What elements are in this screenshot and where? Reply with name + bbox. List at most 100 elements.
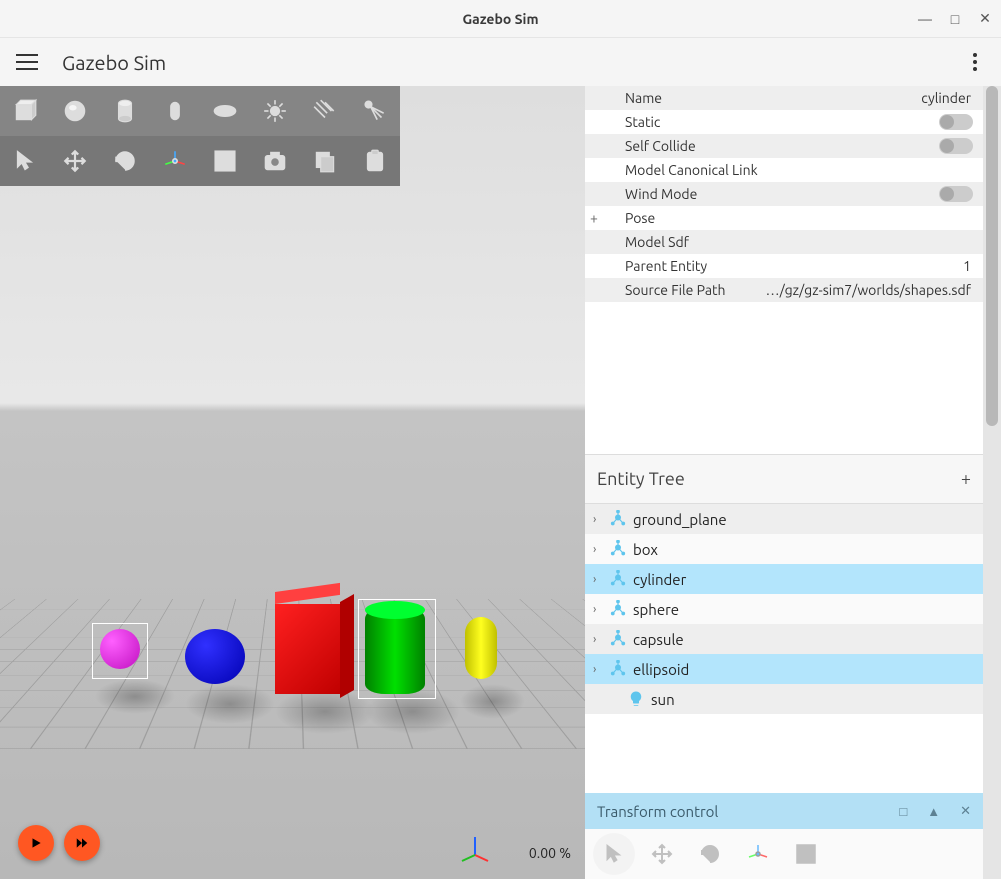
panel-close-icon[interactable]: ✕ — [960, 804, 971, 819]
insert-point-light-button[interactable] — [250, 86, 300, 136]
tree-item-box[interactable]: › box — [585, 534, 983, 564]
inspector-label: Source File Path — [603, 282, 766, 298]
window-title: Gazebo Sim — [462, 11, 538, 27]
insert-sphere-button[interactable] — [50, 86, 100, 136]
tree-item-label: ellipsoid — [633, 661, 689, 678]
shape-toolbar — [0, 86, 400, 186]
insert-box-button[interactable] — [0, 86, 50, 136]
inspector-row[interactable]: Source File Path…/gz/gz-sim7/worlds/shap… — [585, 278, 983, 302]
close-icon[interactable]: ✕ — [977, 11, 993, 27]
chevron-right-icon[interactable]: › — [593, 573, 607, 586]
inspector-label: Model Sdf — [603, 234, 971, 250]
scene-sphere[interactable] — [185, 629, 245, 684]
axis-gizmo-icon — [460, 833, 490, 863]
toggle-switch[interactable] — [939, 138, 973, 154]
inspector-value: 1 — [963, 258, 977, 274]
insert-directional-light-button[interactable] — [300, 86, 350, 136]
app-bar: Gazebo Sim — [0, 38, 1001, 86]
grid-config-button[interactable] — [200, 136, 250, 186]
viewport-3d[interactable]: 0.00 % — [0, 86, 585, 879]
add-entity-button[interactable]: + — [961, 469, 971, 489]
entity-tree-title: Entity Tree — [597, 469, 685, 489]
minimize-icon[interactable]: — — [917, 11, 933, 27]
panel-undock-icon[interactable]: □ — [899, 804, 907, 819]
rtf-status: 0.00 % — [529, 845, 571, 861]
entity-tree-header: Entity Tree + — [585, 454, 983, 504]
inspector-row[interactable]: Model Sdf — [585, 230, 983, 254]
menu-icon[interactable] — [16, 54, 38, 70]
inspector-row[interactable]: Self Collide — [585, 134, 983, 158]
copy-button[interactable] — [300, 136, 350, 186]
tree-item-label: sphere — [633, 601, 679, 618]
select-tool-button[interactable] — [0, 136, 50, 186]
scene-ellipsoid[interactable] — [100, 629, 140, 669]
tree-item-label: capsule — [633, 631, 684, 648]
screenshot-button[interactable] — [250, 136, 300, 186]
vertical-scrollbar[interactable] — [983, 86, 1001, 879]
kebab-menu-icon[interactable] — [965, 45, 985, 79]
tree-item-label: sun — [651, 691, 675, 708]
inspector-row[interactable]: Namecylinder — [585, 86, 983, 110]
insert-cylinder-button[interactable] — [100, 86, 150, 136]
inspector-row[interactable]: Model Canonical Link — [585, 158, 983, 182]
inspector-value: cylinder — [921, 90, 977, 106]
inspector-row[interactable]: Wind Mode — [585, 182, 983, 206]
model-icon — [607, 660, 629, 678]
insert-ellipsoid-button[interactable] — [200, 86, 250, 136]
inspector-label: Self Collide — [603, 138, 939, 154]
scene-cylinder[interactable] — [365, 604, 425, 694]
play-button[interactable] — [18, 825, 54, 861]
model-icon — [607, 630, 629, 648]
transform-snap-button[interactable] — [785, 833, 827, 875]
inspector-label: Parent Entity — [603, 258, 963, 274]
transform-translate-button[interactable] — [641, 833, 683, 875]
chevron-right-icon[interactable]: › — [593, 663, 607, 676]
scene-render — [0, 86, 585, 879]
inspector-row[interactable]: Parent Entity1 — [585, 254, 983, 278]
chevron-right-icon[interactable]: › — [593, 633, 607, 646]
window-titlebar: Gazebo Sim — □ ✕ — [0, 0, 1001, 38]
chevron-right-icon[interactable]: › — [593, 513, 607, 526]
transform-axis-button[interactable] — [737, 833, 779, 875]
transform-select-button[interactable] — [593, 833, 635, 875]
light-icon — [625, 690, 647, 708]
transform-tool-button[interactable] — [150, 136, 200, 186]
inspector-label: Wind Mode — [603, 186, 939, 202]
tree-item-sphere[interactable]: › sphere — [585, 594, 983, 624]
toggle-switch[interactable] — [939, 186, 973, 202]
inspector-label: Pose — [603, 210, 977, 226]
inspector-row[interactable]: Static — [585, 110, 983, 134]
tree-item-ellipsoid[interactable]: › ellipsoid — [585, 654, 983, 684]
tree-item-ground_plane[interactable]: ›ground_plane — [585, 504, 983, 534]
insert-capsule-button[interactable] — [150, 86, 200, 136]
expand-icon[interactable]: + — [585, 210, 603, 226]
model-icon — [607, 510, 629, 528]
toggle-switch[interactable] — [939, 114, 973, 130]
model-icon — [607, 540, 629, 558]
paste-button[interactable] — [350, 136, 400, 186]
inspector-label: Name — [603, 90, 921, 106]
tree-item-label: box — [633, 541, 658, 558]
transform-toolbar — [585, 829, 983, 879]
chevron-right-icon[interactable]: › — [593, 603, 607, 616]
model-icon — [607, 570, 629, 588]
tree-item-cylinder[interactable]: ›cylinder — [585, 564, 983, 594]
tree-item-capsule[interactable]: › capsule — [585, 624, 983, 654]
tree-item-sun[interactable]: sun — [585, 684, 983, 714]
rotate-tool-button[interactable] — [100, 136, 150, 186]
step-forward-button[interactable] — [64, 825, 100, 861]
panel-collapse-icon[interactable]: ▲ — [927, 804, 940, 819]
translate-tool-button[interactable] — [50, 136, 100, 186]
inspector-label: Static — [603, 114, 939, 130]
inspector-label: Model Canonical Link — [603, 162, 971, 178]
scene-box[interactable] — [275, 604, 340, 694]
chevron-right-icon[interactable]: › — [593, 543, 607, 556]
maximize-icon[interactable]: □ — [947, 11, 963, 27]
transform-rotate-button[interactable] — [689, 833, 731, 875]
inspector-row[interactable]: +Pose — [585, 206, 983, 230]
scene-capsule[interactable] — [465, 617, 497, 679]
insert-spot-light-button[interactable] — [350, 86, 400, 136]
transform-control-header[interactable]: Transform control □ ▲ ✕ — [585, 793, 983, 829]
entity-tree: ›ground_plane›box›cylinder›sphere›capsul… — [585, 504, 983, 793]
model-icon — [607, 600, 629, 618]
